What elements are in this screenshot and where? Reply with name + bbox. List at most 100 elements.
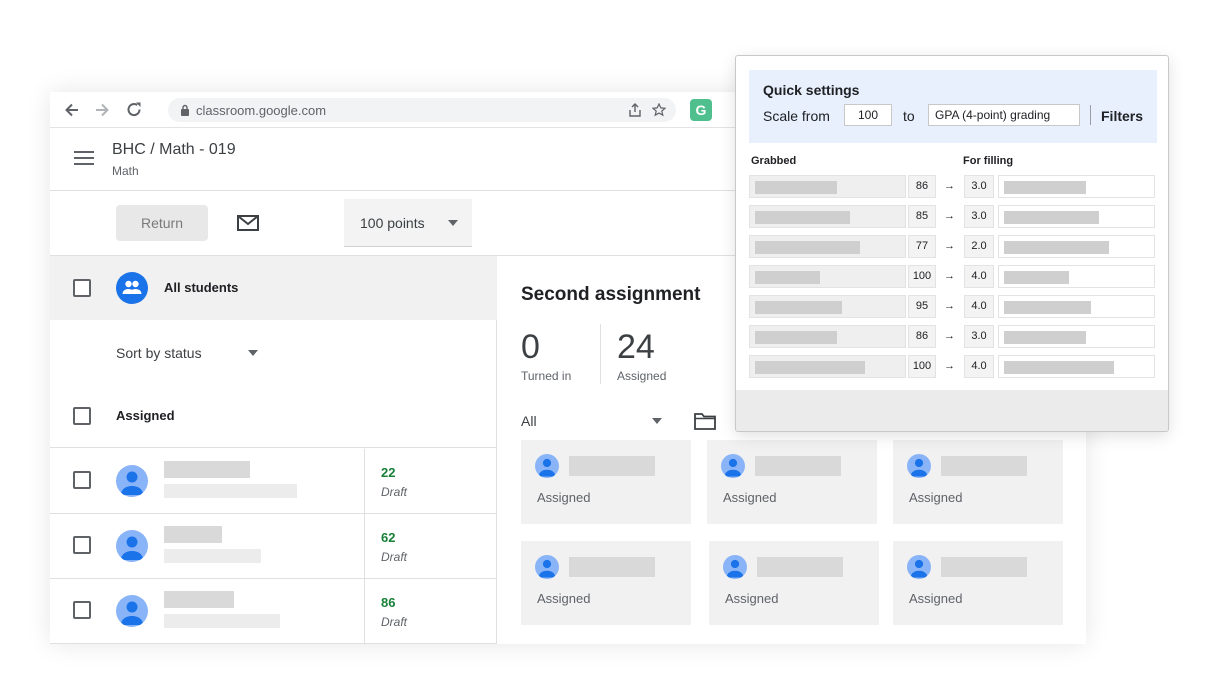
- student-row[interactable]: 22 Draft: [50, 449, 497, 514]
- assigned-group-checkbox[interactable]: [73, 407, 91, 425]
- student-card[interactable]: Assigned: [521, 440, 691, 524]
- name-placeholder: [1004, 301, 1091, 314]
- name-placeholder: [1004, 241, 1109, 254]
- grade-status: Draft: [381, 550, 408, 564]
- caret-down-icon[interactable]: [652, 418, 662, 424]
- quick-settings-footer: [736, 390, 1168, 431]
- student-card[interactable]: Assigned: [521, 541, 691, 625]
- mail-icon[interactable]: [237, 215, 259, 231]
- filling-column-label: For filling: [963, 155, 1014, 167]
- student-checkbox[interactable]: [73, 601, 91, 619]
- points-dropdown[interactable]: 100 points: [344, 199, 472, 247]
- arrow-icon: →: [944, 210, 955, 222]
- target-scale-select[interactable]: GPA (4-point) grading: [928, 104, 1080, 126]
- student-name-placeholder: [755, 456, 841, 476]
- avatar: [116, 530, 148, 562]
- scale-from-input[interactable]: 100: [844, 104, 892, 126]
- card-status: Assigned: [725, 591, 779, 606]
- filling-name-field: [998, 175, 1155, 198]
- student-email-placeholder: [164, 484, 297, 498]
- to-label: to: [903, 108, 915, 124]
- arrow-icon: →: [944, 330, 955, 342]
- grade-mapping-row: 86 → 3.0: [749, 325, 1155, 348]
- assignment-title: Second assignment: [521, 284, 701, 305]
- avatar: [723, 555, 747, 579]
- name-placeholder: [755, 181, 837, 194]
- filling-name-field: [998, 235, 1155, 258]
- return-button[interactable]: Return: [116, 205, 208, 241]
- student-row[interactable]: 62 Draft: [50, 514, 497, 579]
- filling-name-field: [998, 265, 1155, 288]
- student-name-placeholder: [941, 557, 1027, 577]
- grabbed-name-field: [749, 175, 906, 198]
- arrow-icon: →: [944, 270, 955, 282]
- address-bar[interactable]: classroom.google.com: [168, 98, 676, 122]
- student-card[interactable]: Assigned: [893, 541, 1063, 625]
- name-placeholder: [1004, 211, 1099, 224]
- grade-value: 62: [381, 530, 396, 545]
- name-placeholder: [755, 331, 837, 344]
- grade-cell[interactable]: 86 Draft: [364, 579, 497, 643]
- grabbed-name-field: [749, 355, 906, 378]
- caret-down-icon: [448, 220, 458, 226]
- reload-icon[interactable]: [124, 100, 144, 120]
- converted-gpa[interactable]: 4.0: [964, 355, 994, 378]
- hamburger-menu-icon[interactable]: [74, 150, 94, 166]
- student-name-placeholder: [164, 461, 250, 478]
- converted-gpa[interactable]: 2.0: [964, 235, 994, 258]
- grabbed-score: 85: [908, 205, 936, 228]
- converted-gpa[interactable]: 3.0: [964, 175, 994, 198]
- grabbed-score: 86: [908, 325, 936, 348]
- student-name-placeholder: [569, 456, 655, 476]
- card-status: Assigned: [537, 591, 591, 606]
- arrow-icon: →: [944, 300, 955, 312]
- arrow-icon: →: [944, 240, 955, 252]
- grade-status: Draft: [381, 485, 408, 499]
- course-title[interactable]: BHC / Math - 019: [112, 141, 236, 159]
- converted-gpa[interactable]: 4.0: [964, 265, 994, 288]
- star-icon[interactable]: [652, 103, 666, 117]
- converted-gpa[interactable]: 4.0: [964, 295, 994, 318]
- name-placeholder: [1004, 361, 1114, 374]
- student-roster: All students Sort by status Assigned 22 …: [50, 256, 497, 644]
- student-card[interactable]: Assigned: [709, 541, 879, 625]
- course-subtitle: Math: [112, 164, 139, 178]
- card-status: Assigned: [909, 591, 963, 606]
- forward-arrow-icon[interactable]: [92, 100, 112, 120]
- extension-icon[interactable]: G: [690, 99, 712, 121]
- student-name-placeholder: [941, 456, 1027, 476]
- student-row[interactable]: 86 Draft: [50, 579, 497, 644]
- status-filter-dropdown[interactable]: All: [521, 413, 537, 429]
- sort-dropdown[interactable]: Sort by status: [116, 345, 202, 361]
- student-email-placeholder: [164, 614, 280, 628]
- card-status: Assigned: [909, 490, 963, 505]
- assigned-group-header: Assigned: [50, 396, 497, 448]
- divider: [1090, 105, 1091, 125]
- caret-down-icon[interactable]: [248, 350, 258, 356]
- all-students-row[interactable]: All students: [50, 256, 497, 320]
- grade-cell[interactable]: 62 Draft: [364, 514, 497, 578]
- card-status: Assigned: [723, 490, 777, 505]
- filters-button[interactable]: Filters: [1101, 108, 1143, 124]
- avatar: [721, 454, 745, 478]
- student-checkbox[interactable]: [73, 536, 91, 554]
- grabbed-name-field: [749, 235, 906, 258]
- student-checkbox[interactable]: [73, 471, 91, 489]
- name-placeholder: [1004, 271, 1069, 284]
- name-placeholder: [755, 301, 842, 314]
- all-students-checkbox[interactable]: [73, 279, 91, 297]
- folder-icon[interactable]: [694, 412, 716, 430]
- grade-mapping-row: 100 → 4.0: [749, 265, 1155, 288]
- back-arrow-icon[interactable]: [62, 100, 82, 120]
- share-icon[interactable]: [628, 103, 642, 117]
- grade-cell[interactable]: 22 Draft: [364, 449, 497, 513]
- all-students-label: All students: [164, 280, 239, 295]
- grabbed-score: 100: [908, 355, 936, 378]
- converted-gpa[interactable]: 3.0: [964, 325, 994, 348]
- student-card[interactable]: Assigned: [707, 440, 877, 524]
- name-placeholder: [755, 241, 860, 254]
- grabbed-name-field: [749, 295, 906, 318]
- student-name-placeholder: [569, 557, 655, 577]
- student-card[interactable]: Assigned: [893, 440, 1063, 524]
- converted-gpa[interactable]: 3.0: [964, 205, 994, 228]
